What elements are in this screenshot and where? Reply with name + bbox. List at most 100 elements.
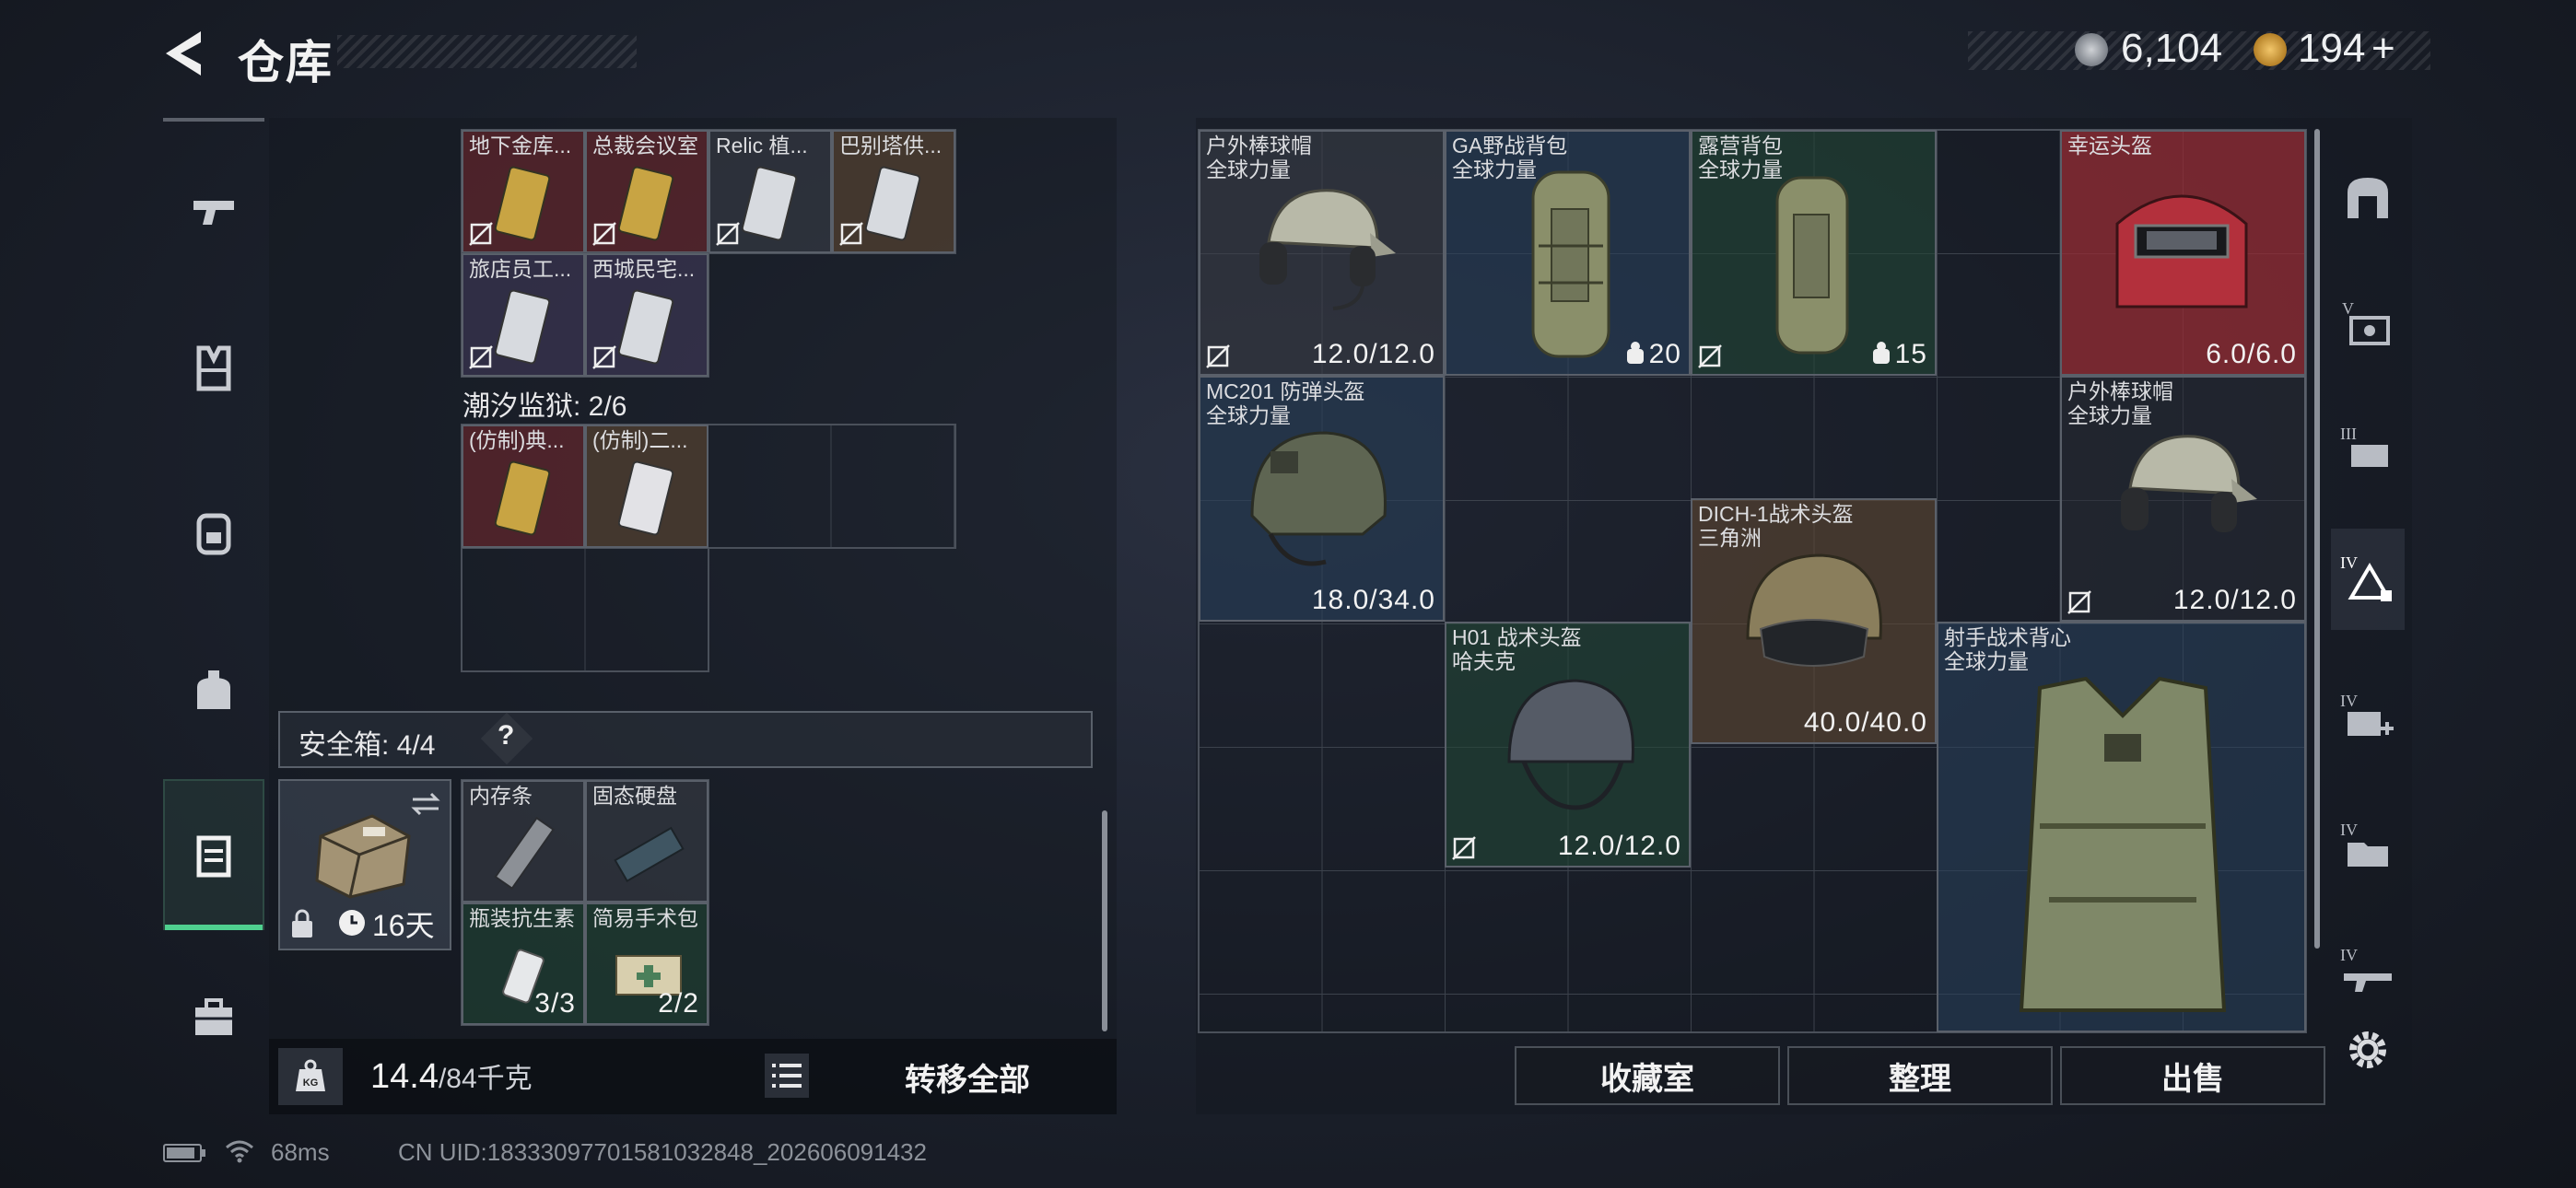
ballistic-helmet-icon: [1250, 431, 1387, 566]
silver-keycard-icon: [865, 166, 921, 241]
ssd-item[interactable]: 固态硬盘: [585, 780, 708, 903]
key-card-item[interactable]: 地下金库...: [462, 130, 585, 253]
gear-icon: [2349, 1031, 2386, 1068]
key-card-item[interactable]: (仿制)典...: [462, 425, 585, 548]
gold-keycard-icon: [495, 460, 551, 536]
svg-text:V: V: [2342, 299, 2354, 318]
arch-icon: [2348, 178, 2388, 218]
tactical-helmet-icon: [1746, 553, 1882, 667]
gold-keycard-icon: [495, 166, 551, 241]
swap-icon[interactable]: [409, 790, 442, 818]
no-insurance-icon: [592, 345, 616, 369]
add-currency-button[interactable]: +: [2371, 26, 2395, 72]
tier-4-icon: IV: [2340, 553, 2392, 601]
safe-case-icon: [196, 835, 231, 878]
stash-item-camping-backpack[interactable]: 露营背包 全球力量 15: [1691, 130, 1937, 376]
sidebar-item-backpack[interactable]: [163, 477, 264, 588]
capacity-icon: [1627, 342, 1644, 364]
welding-helmet-icon: [2115, 194, 2248, 309]
stash-item-h01-helmet[interactable]: H01 战术头盔 哈夫克 12.0/12.0: [1445, 622, 1691, 868]
stash-item-cap[interactable]: 户外棒球帽 全球力量 12.0/12.0: [1199, 130, 1445, 376]
key-card-item[interactable]: 西城民宅...: [585, 253, 708, 377]
stash-scrollbar[interactable]: [2314, 129, 2320, 949]
wifi-icon: [226, 1140, 253, 1163]
sidebar-item-pouch[interactable]: [163, 635, 264, 746]
safebox-container[interactable]: 16天: [278, 779, 451, 950]
no-insurance-icon: [1698, 344, 1722, 368]
duffel-backpack-icon: [1531, 170, 1610, 358]
back-button[interactable]: [158, 28, 214, 79]
tab-level-4-medical[interactable]: IV: [2331, 667, 2405, 768]
ram-item[interactable]: 内存条: [462, 780, 585, 903]
svg-text:IV: IV: [2340, 692, 2358, 710]
stash-item-mc201-helmet[interactable]: MC201 防弹头盔 全球力量 18.0/34.0: [1199, 376, 1445, 622]
sidebar-item-safebox[interactable]: [163, 779, 264, 930]
token-amount: 194: [2298, 26, 2366, 71]
safebox-label: 安全箱: 4/4: [299, 730, 436, 761]
help-icon[interactable]: ?: [498, 720, 514, 751]
sidebar-item-toolbox[interactable]: [163, 961, 264, 1072]
battery-icon: [163, 1144, 205, 1162]
tab-level-4-docs[interactable]: IV: [2331, 796, 2405, 897]
sidebar-item-weapons[interactable]: [163, 155, 264, 265]
tier-4-folder-icon: IV: [2340, 821, 2388, 867]
weight-display: 14.4/84千克: [370, 1055, 533, 1097]
surgery-kit-item[interactable]: 简易手术包 2/2: [585, 903, 708, 1025]
silver-keycard-icon: [618, 460, 674, 536]
tier-4-medkit-icon: IV: [2340, 692, 2394, 736]
key-card-item[interactable]: (仿制)二...: [585, 425, 708, 548]
ping-text: 68ms: [271, 1138, 330, 1166]
baseball-cap-icon: [2121, 435, 2257, 532]
key-card-item[interactable]: Relic 植...: [708, 130, 832, 253]
pouch-icon: [197, 670, 230, 709]
stash-item-lucky-helmet[interactable]: 幸运头盔 6.0/6.0: [2060, 130, 2306, 376]
tab-level-4-active[interactable]: IV: [2331, 529, 2405, 630]
no-insurance-icon: [469, 345, 493, 369]
key-card-item[interactable]: 巴别塔供...: [832, 130, 955, 253]
pistol-icon: [193, 201, 234, 225]
sidebar-top-line: [163, 118, 264, 122]
backpack-icon: [196, 513, 231, 555]
prison-section-label: 潮汐监狱: 2/6: [463, 391, 627, 422]
key-card-item[interactable]: 旅店员工...: [462, 253, 585, 377]
stash-item-vest[interactable]: 射手战术背心 全球力量: [1937, 622, 2306, 1032]
no-insurance-icon: [1206, 344, 1230, 368]
stash-item-dich1-helmet[interactable]: DICH-1战术头盔 三角洲 40.0/40.0: [1691, 498, 1937, 744]
tab-all[interactable]: [2331, 147, 2405, 249]
prison-key-grid-2: [461, 547, 709, 672]
weight-icon-box: KG: [278, 1048, 343, 1105]
svg-text:IV: IV: [2340, 553, 2358, 572]
weight-value: 14.4: [370, 1057, 439, 1096]
settings-button[interactable]: [2340, 1022, 2395, 1077]
list-view-button[interactable]: [765, 1054, 809, 1098]
svg-text:KG: KG: [303, 1077, 319, 1089]
antibiotics-item[interactable]: 瓶装抗生素 3/3: [462, 903, 585, 1025]
plate-carrier-vest-icon: [2019, 676, 2227, 1012]
transfer-all-button[interactable]: 转移全部: [829, 1048, 1106, 1105]
sidebar-item-rig[interactable]: [163, 313, 264, 424]
sell-button[interactable]: 出售: [2060, 1046, 2325, 1105]
kg-weight-icon: KG: [296, 1059, 325, 1091]
stash-item-cap-2[interactable]: 户外棒球帽 全球力量 12.0/12.0: [2060, 376, 2306, 622]
svg-text:III: III: [2340, 425, 2357, 443]
baseball-cap-icon: [1259, 189, 1396, 310]
duffel-backpack-icon: [1775, 176, 1849, 355]
uid-text: CN UID:18333097701581032848_202606091432: [398, 1138, 927, 1166]
collection-room-button[interactable]: 收藏室: [1515, 1046, 1780, 1105]
no-insurance-icon: [592, 222, 616, 246]
ssd-icon: [614, 826, 685, 882]
tier-3-icon: III: [2340, 425, 2388, 467]
tab-level-5[interactable]: V: [2331, 273, 2405, 374]
tab-level-4-weapon[interactable]: IV: [2331, 921, 2405, 1022]
sort-button[interactable]: 整理: [1787, 1046, 2053, 1105]
tab-level-3[interactable]: III: [2331, 398, 2405, 499]
list-icon: [772, 1064, 802, 1088]
key-card-item[interactable]: 总裁会议室: [585, 130, 708, 253]
no-insurance-icon: [1452, 836, 1476, 860]
stash-item-ga-backpack[interactable]: GA野战背包 全球力量 20: [1445, 130, 1691, 376]
weight-max: /84千克: [438, 1064, 533, 1094]
left-scrollbar[interactable]: [1102, 810, 1107, 1031]
toolbox-icon: [195, 998, 232, 1035]
page-title: 仓库: [238, 37, 334, 88]
safe-case-icon: [315, 814, 411, 899]
